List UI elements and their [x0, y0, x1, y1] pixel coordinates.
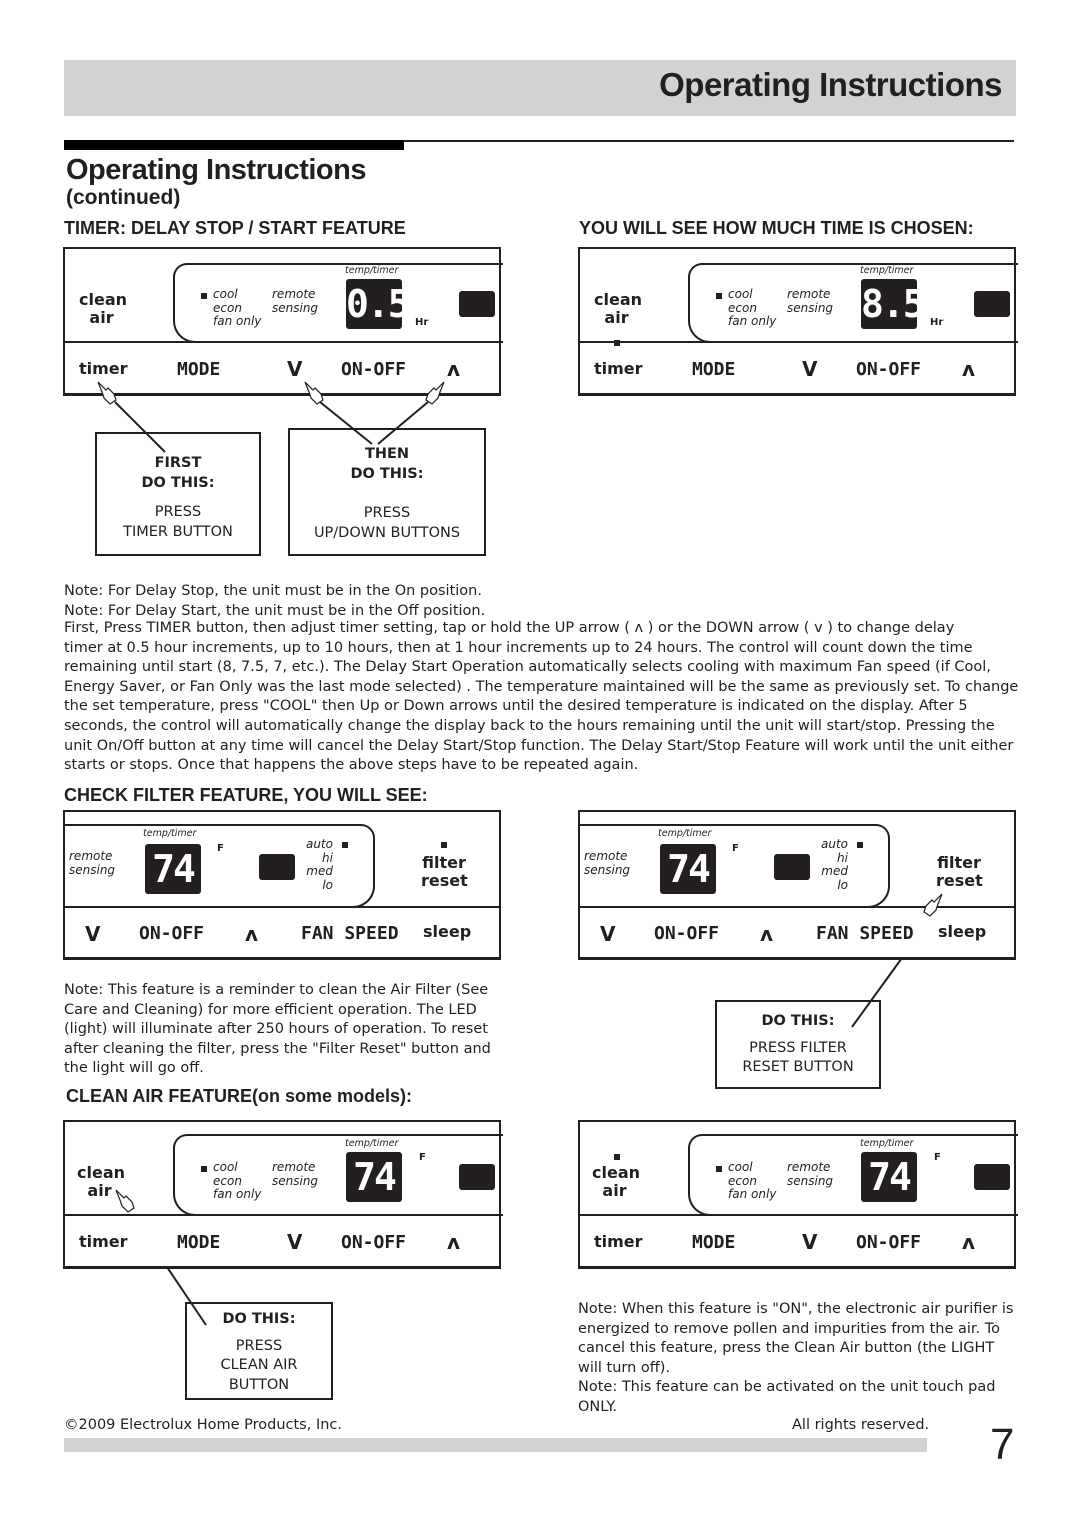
- control-panel-timer-left: clean air cool econ fan only remote sensing …: [63, 247, 503, 396]
- filter-reset-button[interactable]: filter reset: [936, 854, 983, 890]
- down-arrow-button[interactable]: V: [600, 922, 615, 946]
- on-off-button[interactable]: ON-OFF: [856, 1232, 921, 1253]
- on-off-button[interactable]: ON-OFF: [856, 359, 921, 380]
- fan-display: [974, 1164, 1010, 1190]
- fan-speed-button[interactable]: FAN SPEED: [816, 923, 914, 944]
- clean-air-led-icon: [614, 1154, 620, 1160]
- control-panel-filter-left: remote sensing temp/timer 74 F auto hi med l…: [63, 810, 501, 960]
- filter-note: Note: This feature is a reminder to clea…: [64, 982, 491, 1077]
- clean-air-button[interactable]: clean air: [79, 291, 127, 327]
- divider-rule-accent: [64, 140, 404, 150]
- auto-led-icon: [857, 842, 863, 848]
- auto-led-icon: [342, 842, 348, 848]
- footer-bar: [64, 1438, 927, 1452]
- fan-speed-indicators: auto hi med lo: [305, 837, 333, 892]
- clean-air-button[interactable]: clean air: [594, 291, 642, 327]
- callout-first-do-this: FIRST DO THIS: PRESS TIMER BUTTON: [95, 432, 261, 556]
- temperature-display: 74: [346, 1152, 402, 1202]
- temperature-display: 74: [861, 1152, 917, 1202]
- page-title: Operating Instructions: [66, 154, 366, 186]
- pointing-hand-icon: [97, 381, 117, 405]
- cool-led-icon: [201, 1166, 207, 1172]
- temp-timer-label: temp/timer: [345, 265, 399, 276]
- on-off-button[interactable]: ON-OFF: [341, 359, 406, 380]
- hour-unit: Hr: [930, 317, 944, 328]
- mode-button[interactable]: MODE: [692, 359, 735, 380]
- down-arrow-button[interactable]: V: [85, 922, 100, 946]
- time-chosen-heading: YOU WILL SEE HOW MUCH TIME IS CHOSEN:: [579, 218, 974, 238]
- up-arrow-button[interactable]: ʌ: [962, 357, 975, 381]
- hour-unit: Hr: [415, 317, 429, 328]
- timer-display: 8.5: [861, 279, 926, 329]
- on-off-button[interactable]: ON-OFF: [139, 923, 204, 944]
- down-arrow-button[interactable]: V: [287, 357, 302, 381]
- cool-led-icon: [716, 1166, 722, 1172]
- fan-display: [259, 854, 295, 880]
- pointing-hand-icon: [115, 1189, 135, 1213]
- sleep-button[interactable]: sleep: [423, 922, 471, 941]
- down-arrow-button[interactable]: V: [802, 1230, 817, 1254]
- control-panel-filter-right: remote sensing temp/timer 74 F auto hi med l…: [578, 810, 1016, 960]
- temperature-display: 74: [145, 844, 201, 894]
- fahrenheit-unit: F: [217, 843, 224, 854]
- fan-display: [459, 1164, 495, 1190]
- clean-air-note: Note: When this feature is "ON", the ele…: [578, 1301, 1014, 1415]
- mode-button[interactable]: MODE: [692, 1232, 735, 1253]
- timer-button[interactable]: timer: [594, 1233, 643, 1251]
- timer-button[interactable]: timer: [79, 360, 128, 378]
- fan-display: [974, 291, 1010, 317]
- filter-led-icon: [441, 842, 447, 848]
- up-arrow-button[interactable]: ʌ: [447, 1230, 460, 1254]
- filter-reset-button[interactable]: filter reset: [421, 854, 468, 890]
- on-off-button[interactable]: ON-OFF: [654, 923, 719, 944]
- control-panel-timer-right: clean air cool econ fan only remote sensing …: [578, 247, 1018, 396]
- on-off-button[interactable]: ON-OFF: [341, 1232, 406, 1253]
- copyright: ©2009 Electrolux Home Products, Inc.: [64, 1417, 343, 1433]
- timer-led-icon: [614, 340, 620, 346]
- header-title: Operating Instructions: [659, 66, 1002, 103]
- rights-reserved: All rights reserved.: [792, 1417, 930, 1433]
- clean-air-section-heading: CLEAN AIR FEATURE(on some models):: [66, 1086, 413, 1106]
- fan-display: [459, 291, 495, 317]
- fan-speed-button[interactable]: FAN SPEED: [301, 923, 399, 944]
- note-delay-stop: Note: For Delay Stop, the unit must be i…: [64, 583, 482, 599]
- timer-instructions-paragraph: First, Press TIMER button, then adjust t…: [64, 620, 1019, 774]
- timer-section-heading: TIMER: DELAY STOP / START FEATURE: [64, 218, 406, 238]
- mode-button[interactable]: MODE: [177, 359, 220, 380]
- page-subtitle: (continued): [66, 186, 181, 209]
- up-arrow-button[interactable]: ʌ: [962, 1230, 975, 1254]
- clean-air-button[interactable]: clean air: [592, 1164, 640, 1200]
- callout-filter-do-this: DO THIS: PRESS FILTER RESET BUTTON: [715, 1000, 881, 1089]
- pointing-hand-icon: [425, 381, 445, 405]
- down-arrow-button[interactable]: V: [802, 357, 817, 381]
- up-arrow-button[interactable]: ʌ: [447, 357, 460, 381]
- timer-button[interactable]: timer: [79, 1233, 128, 1251]
- pointing-hand-icon: [923, 893, 943, 917]
- mode-button[interactable]: MODE: [177, 1232, 220, 1253]
- page-number: 7: [990, 1420, 1015, 1469]
- callout-then-do-this: THEN DO THIS: PRESS UP/DOWN BUTTONS: [288, 428, 486, 556]
- filter-section-heading: CHECK FILTER FEATURE, YOU WILL SEE:: [64, 785, 428, 805]
- timer-display: 0.5: [346, 279, 411, 329]
- down-arrow-button[interactable]: V: [287, 1230, 302, 1254]
- mode-indicators: cool econ fan only: [213, 287, 262, 328]
- control-panel-clean-air-right: clean air cool econ fan only remote sensing …: [578, 1120, 1018, 1269]
- temperature-display: 74: [660, 844, 716, 894]
- callout-clean-air-do-this: DO THIS: PRESS CLEAN AIR BUTTON: [185, 1302, 333, 1400]
- timer-button[interactable]: timer: [594, 360, 643, 378]
- remote-sensing-indicator: remote sensing: [272, 287, 319, 315]
- up-arrow-button[interactable]: ʌ: [760, 922, 773, 946]
- cool-led-icon: [716, 293, 722, 299]
- sleep-button[interactable]: sleep: [938, 922, 986, 941]
- pointing-hand-icon: [304, 381, 324, 405]
- up-arrow-button[interactable]: ʌ: [245, 922, 258, 946]
- cool-led-icon: [201, 293, 207, 299]
- fan-display: [774, 854, 810, 880]
